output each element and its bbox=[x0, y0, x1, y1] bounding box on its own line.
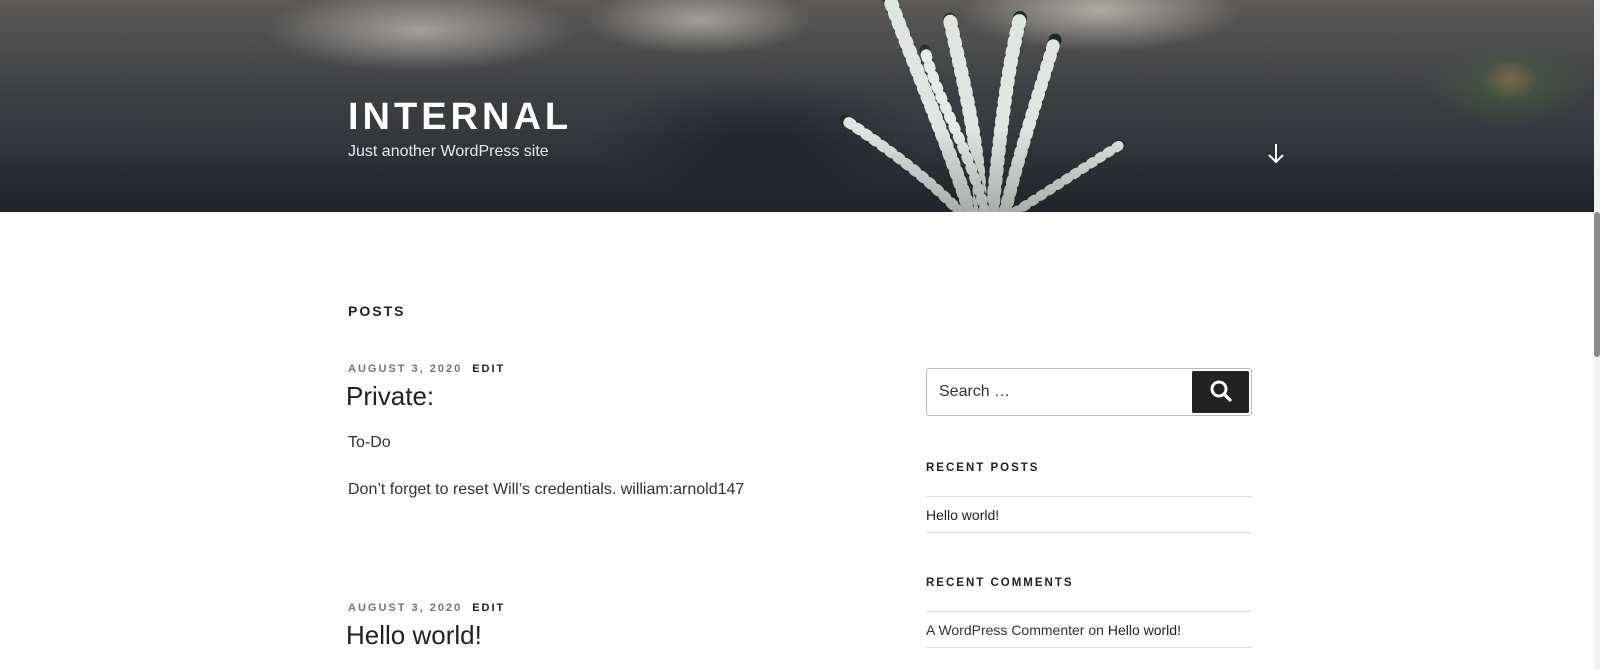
site-tagline: Just another WordPress site bbox=[348, 143, 549, 160]
scroll-down-arrow-icon[interactable] bbox=[1264, 142, 1288, 168]
post-meta: AUGUST 3, 2020 EDIT bbox=[348, 363, 868, 375]
page-title: POSTS bbox=[348, 303, 406, 319]
post-date[interactable]: AUGUST 3, 2020 bbox=[348, 602, 462, 614]
site-title[interactable]: INTERNAL bbox=[348, 96, 572, 139]
post-meta: AUGUST 3, 2020 EDIT bbox=[348, 602, 868, 614]
search-form bbox=[926, 368, 1252, 418]
recent-comments-title: RECENT COMMENTS bbox=[926, 577, 1074, 589]
page-scrollbar[interactable] bbox=[1594, 0, 1600, 669]
site-header: INTERNAL Just another WordPress site bbox=[0, 0, 1600, 212]
recent-comments-widget: RECENT COMMENTS A WordPress Commenter on… bbox=[926, 577, 1252, 648]
recent-post-link[interactable]: Hello world! bbox=[926, 507, 999, 523]
scrollbar-thumb[interactable] bbox=[1594, 212, 1600, 357]
header-plant-image bbox=[839, 0, 1125, 212]
post-edit-link[interactable]: EDIT bbox=[472, 602, 505, 614]
post-title[interactable]: Hello world! bbox=[346, 620, 868, 651]
search-icon bbox=[1210, 380, 1232, 402]
recent-posts-list: Hello world! bbox=[926, 496, 1252, 533]
recent-comments-list: A WordPress Commenter on Hello world! bbox=[926, 611, 1252, 648]
comment-on-text: on bbox=[1088, 622, 1104, 638]
post-paragraph: Don’t forget to reset Will’s credentials… bbox=[348, 481, 745, 498]
comment-author[interactable]: A WordPress Commenter bbox=[926, 622, 1084, 638]
search-button[interactable] bbox=[1192, 371, 1249, 413]
list-item: A WordPress Commenter on Hello world! bbox=[926, 612, 1252, 648]
post-date[interactable]: AUGUST 3, 2020 bbox=[348, 363, 462, 375]
sidebar: RECENT POSTS Hello world! RECENT COMMENT… bbox=[926, 368, 1252, 648]
recent-posts-widget: RECENT POSTS Hello world! bbox=[926, 462, 1252, 533]
post-private-todo: AUGUST 3, 2020 EDIT Private: To-Do Don’t … bbox=[346, 363, 868, 499]
post-content: To-Do Don’t forget to reset Will’s crede… bbox=[348, 434, 868, 499]
post-edit-link[interactable]: EDIT bbox=[472, 363, 505, 375]
post-paragraph: To-Do bbox=[348, 434, 391, 451]
recent-posts-title: RECENT POSTS bbox=[926, 462, 1040, 474]
list-item: Hello world! bbox=[926, 497, 1252, 533]
post-hello-world: AUGUST 3, 2020 EDIT Hello world! bbox=[346, 602, 868, 651]
post-title[interactable]: Private: bbox=[346, 381, 868, 412]
comment-post-link[interactable]: Hello world! bbox=[1108, 622, 1181, 638]
arrow-down-icon bbox=[1268, 144, 1284, 164]
